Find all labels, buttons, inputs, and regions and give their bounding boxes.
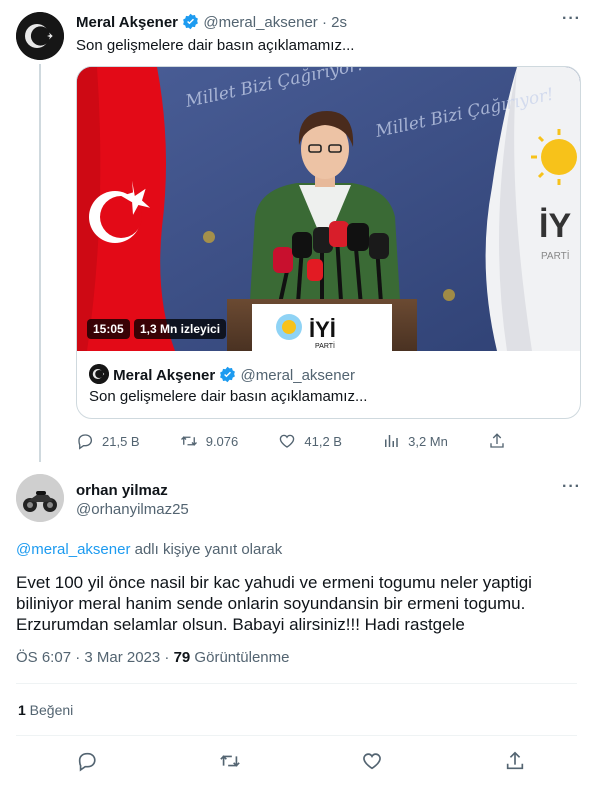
reply-avatar[interactable] bbox=[16, 474, 64, 522]
quoted-header: Meral Akşener @meral_aksener bbox=[89, 364, 569, 384]
share-button[interactable] bbox=[504, 750, 526, 772]
quoted-author-handle: @meral_aksener bbox=[240, 367, 355, 384]
video-player[interactable]: İYİ PARTİ Millet Bizi Çağırıyor! Millet … bbox=[77, 67, 580, 351]
video-duration-badge: 15:05 bbox=[87, 319, 130, 339]
parent-author-handle[interactable]: @meral_aksener bbox=[203, 14, 317, 31]
quoted-avatar bbox=[89, 364, 109, 384]
share-icon bbox=[490, 433, 504, 448]
like-summary-label: Beğeni bbox=[25, 702, 74, 718]
reply-view-label: Görüntülenme bbox=[190, 649, 290, 666]
reply-button[interactable] bbox=[76, 750, 98, 772]
reply-button[interactable]: 21,5 B bbox=[76, 432, 140, 450]
heart-icon bbox=[363, 753, 382, 770]
divider bbox=[16, 683, 577, 684]
video-views-badge: 1,3 Mn izleyici bbox=[134, 319, 227, 339]
reply-meta: ÖS 6:07 · 3 Mar 2023 · 79 Görüntülenme bbox=[16, 649, 290, 666]
view-count: 3,2 Mn bbox=[408, 433, 448, 449]
share-button[interactable] bbox=[488, 432, 506, 450]
parent-action-bar: 21,5 B 9.076 41,2 B 3,2 Mn bbox=[76, 432, 506, 450]
heart-icon bbox=[280, 434, 295, 448]
reply-tweet-text: Evet 100 yil önce nasil bir kac yahudi v… bbox=[16, 573, 532, 634]
views-button[interactable]: 3,2 Mn bbox=[382, 432, 448, 450]
reply-view-count: 79 bbox=[173, 649, 191, 666]
parent-time[interactable]: 2s bbox=[331, 14, 347, 31]
podium-logo-text: İYİ bbox=[309, 317, 336, 342]
parent-tweet-text: Son gelişmelere dair basın açıklamamız..… bbox=[76, 37, 355, 54]
parent-header: Meral Akşener @meral_aksener · 2s bbox=[76, 13, 347, 31]
retweet-button[interactable]: 9.076 bbox=[180, 432, 239, 450]
motorcycle-icon bbox=[16, 474, 64, 522]
like-button[interactable]: 41,2 B bbox=[278, 432, 342, 450]
reply-action-bar bbox=[76, 750, 526, 772]
verified-badge-icon bbox=[220, 366, 236, 383]
parent-avatar[interactable] bbox=[16, 12, 64, 60]
crescent-star-icon bbox=[16, 12, 64, 60]
reply-author-name[interactable]: orhan yilmaz bbox=[76, 482, 168, 499]
video-thumbnail: İYİ PARTİ Millet Bizi Çağırıyor! Millet … bbox=[77, 67, 580, 351]
replying-to-label: adlı kişiye yanıt olarak bbox=[130, 541, 283, 558]
like-summary[interactable]: 1 Beğeni bbox=[18, 702, 73, 718]
more-options-icon[interactable]: ··· bbox=[562, 10, 581, 28]
analytics-icon bbox=[385, 435, 398, 447]
reply-more-options-icon[interactable]: ··· bbox=[562, 478, 581, 496]
dot-separator: · bbox=[321, 14, 327, 31]
replying-to: @meral_aksener adlı kişiye yanıt olarak bbox=[16, 541, 282, 558]
quoted-tweet-card[interactable]: İYİ PARTİ Millet Bizi Çağırıyor! Millet … bbox=[76, 66, 581, 419]
retweet-icon bbox=[219, 755, 240, 767]
flag-sub-text: PARTİ bbox=[541, 249, 570, 262]
flag-logo-text: İY bbox=[539, 207, 571, 245]
like-summary-count: 1 bbox=[18, 702, 26, 718]
reply-count: 21,5 B bbox=[102, 433, 140, 449]
podium-sub-text: PARTİ bbox=[315, 341, 335, 350]
replying-to-handle[interactable]: @meral_aksener bbox=[16, 541, 130, 558]
quoted-author-name: Meral Akşener bbox=[113, 367, 216, 384]
divider bbox=[16, 735, 577, 736]
reply-timestamp[interactable]: ÖS 6:07 · 3 Mar 2023 · bbox=[16, 649, 174, 666]
like-button[interactable] bbox=[361, 750, 383, 772]
crescent-star-icon bbox=[89, 364, 109, 384]
quoted-tweet-text: Son gelişmelere dair basın açıklamamız..… bbox=[89, 388, 368, 405]
retweet-button[interactable] bbox=[219, 750, 241, 772]
retweet-icon bbox=[180, 436, 197, 446]
reply-icon bbox=[78, 752, 96, 772]
reply-author-handle[interactable]: @orhanyilmaz25 bbox=[76, 501, 189, 518]
share-icon bbox=[506, 751, 524, 770]
retweet-count: 9.076 bbox=[205, 433, 239, 449]
parent-author-name[interactable]: Meral Akşener bbox=[76, 14, 178, 31]
verified-badge-icon bbox=[183, 13, 199, 30]
reply-icon bbox=[78, 434, 93, 450]
thread-line bbox=[39, 64, 41, 462]
like-count: 41,2 B bbox=[304, 433, 342, 449]
